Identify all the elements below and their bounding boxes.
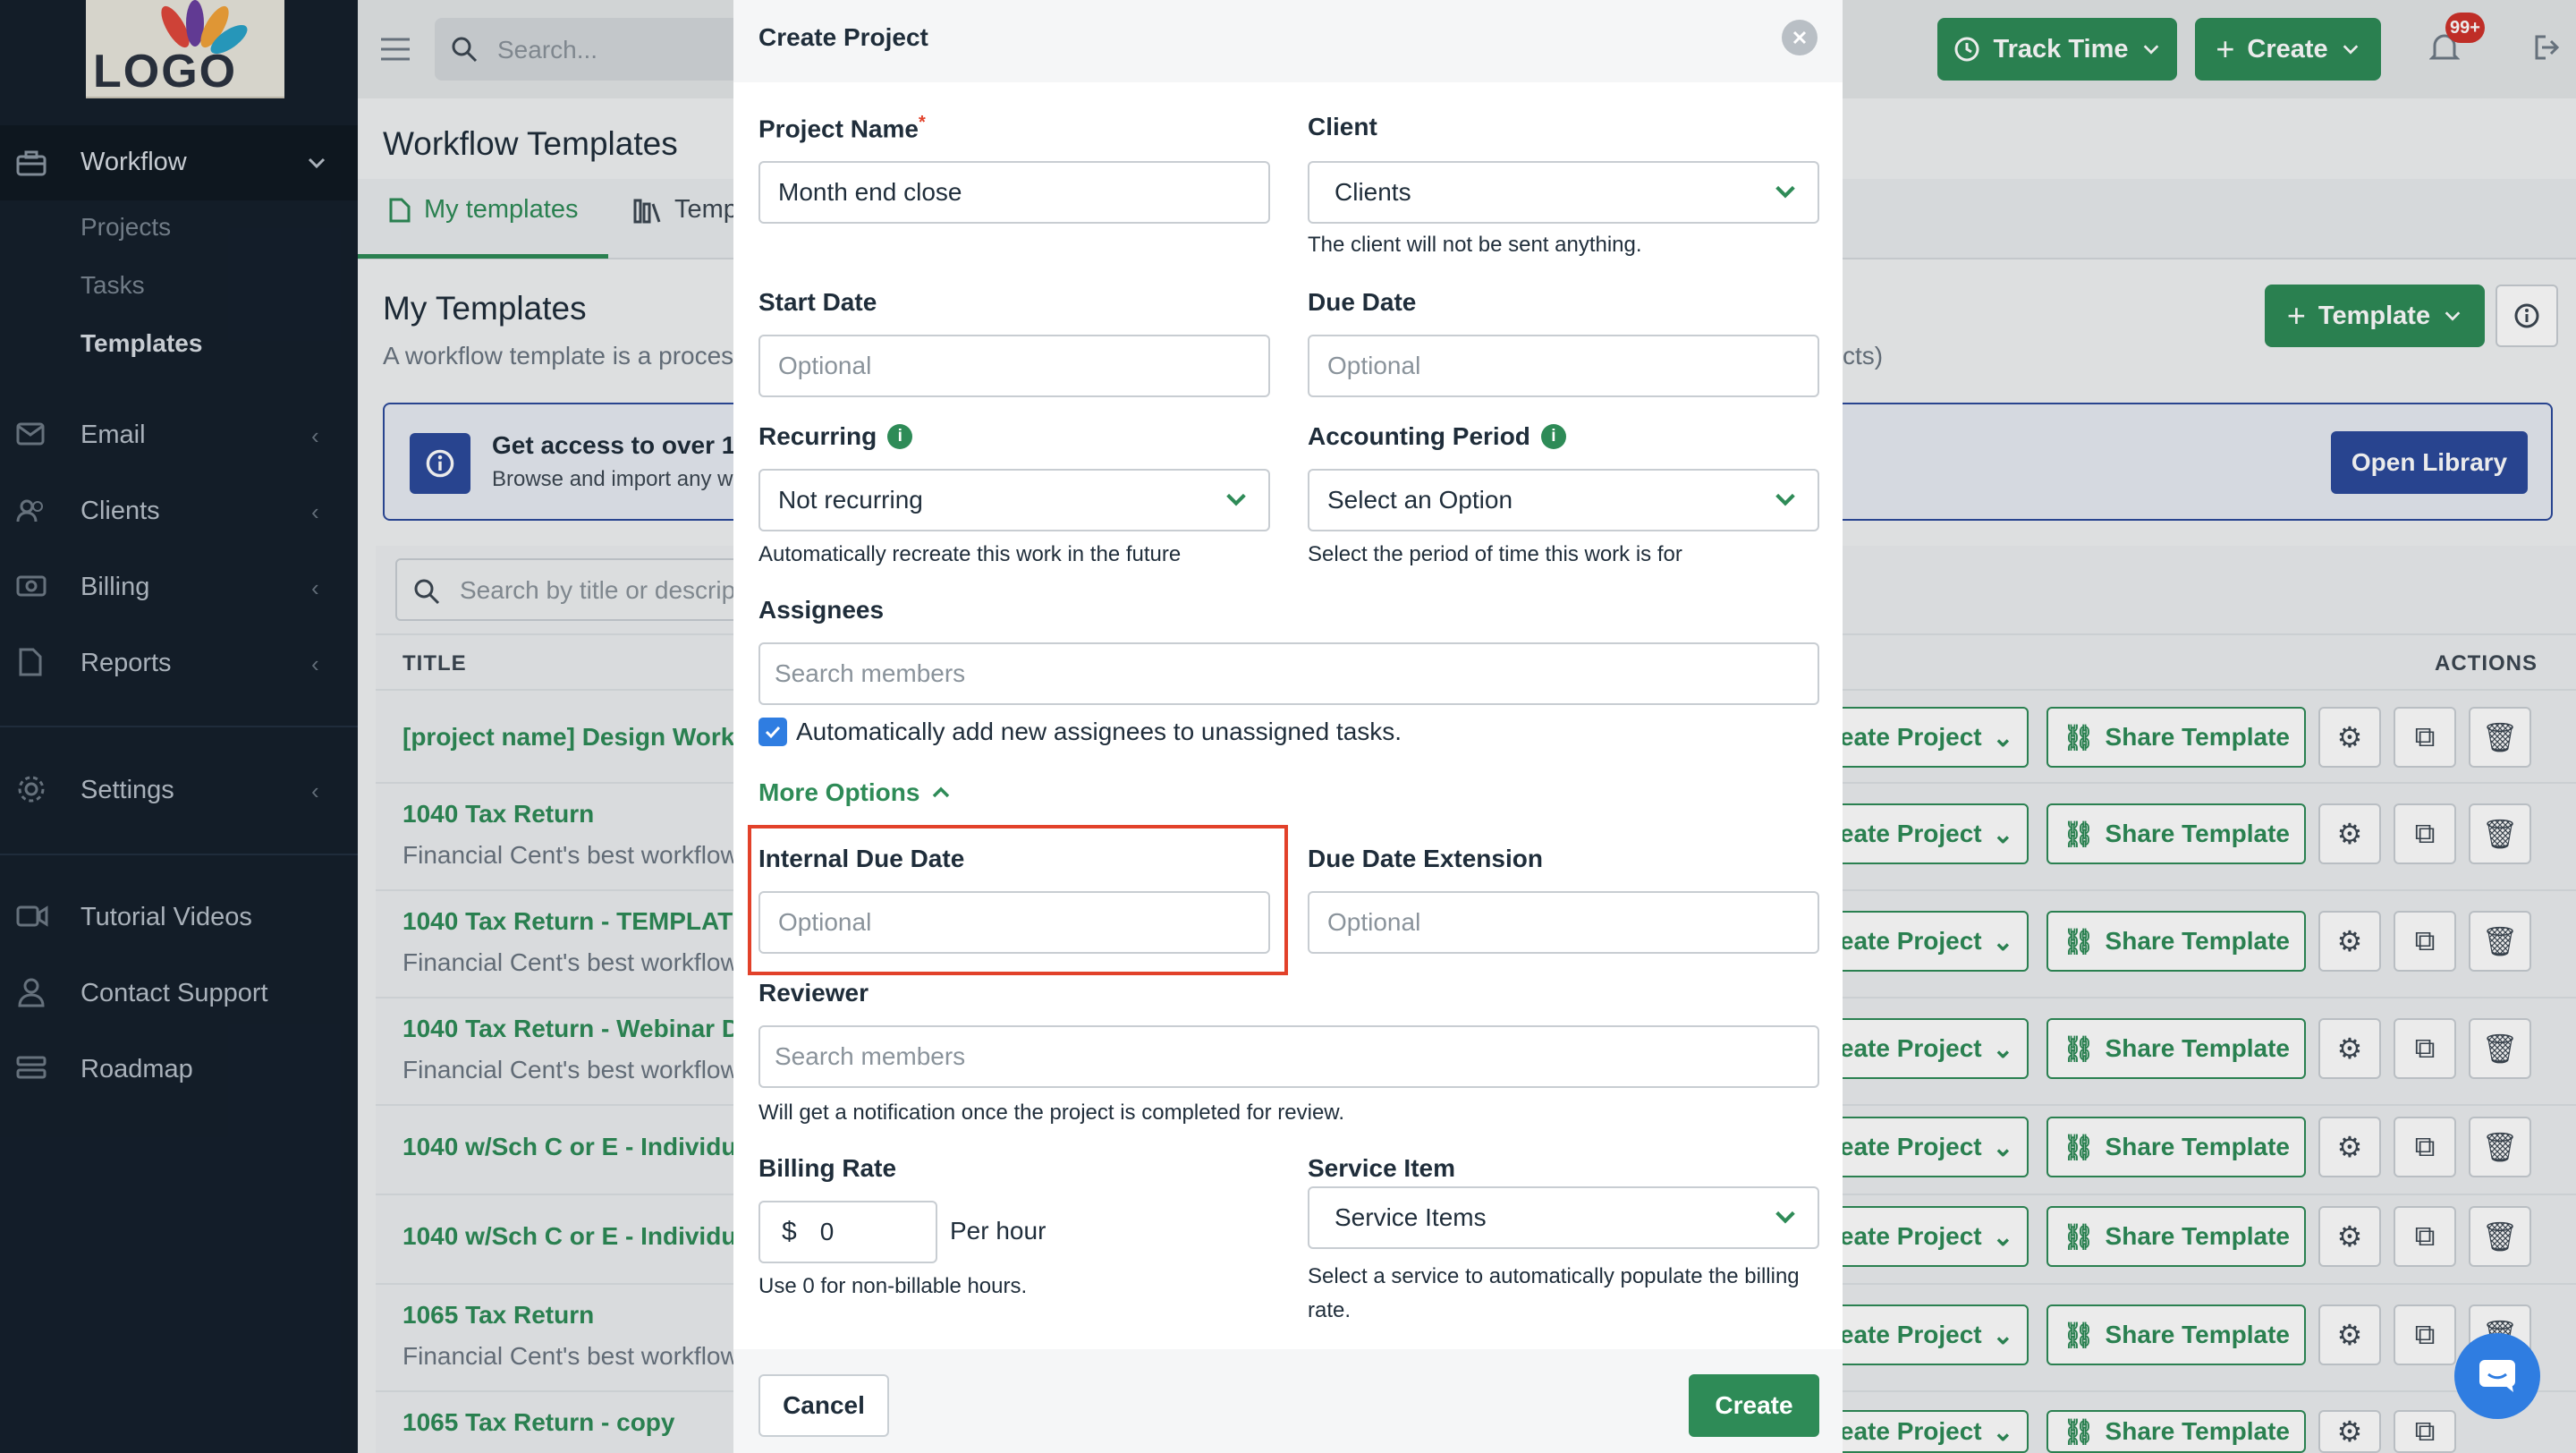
due-date-extension-input[interactable]: Optional	[1308, 891, 1819, 954]
create-project-modal: Create Project Project Name* Month end c…	[733, 0, 1843, 1453]
start-date-input[interactable]: Optional	[758, 335, 1270, 397]
start-date-placeholder: Optional	[778, 352, 872, 379]
chevron-down-icon	[1775, 185, 1795, 199]
project-name-input[interactable]: Month end close	[758, 161, 1270, 224]
billing-help-text: Use 0 for non-billable hours.	[758, 1274, 1028, 1298]
project-name-value: Month end close	[778, 178, 962, 206]
reviewer-help-text: Will get a notification once the project…	[758, 1100, 1344, 1125]
close-button[interactable]	[1782, 20, 1818, 55]
chat-widget-button[interactable]	[2454, 1333, 2540, 1419]
accounting-period-select[interactable]: Select an Option	[1308, 469, 1819, 531]
service-help-text: Select a service to automatically popula…	[1308, 1264, 1800, 1322]
project-name-label: Project Name*	[758, 113, 926, 143]
chevron-down-icon	[1775, 493, 1795, 506]
checkmark-icon	[765, 726, 781, 739]
billing-rate-value: 0	[819, 1218, 835, 1245]
service-item-label: Service Item	[1308, 1154, 1455, 1182]
reviewer-label: Reviewer	[758, 979, 869, 1007]
due-date-extension-label: Due Date Extension	[1308, 845, 1543, 872]
due-date-extension-placeholder: Optional	[1327, 908, 1421, 936]
due-date-placeholder: Optional	[1327, 352, 1421, 379]
assignees-placeholder: Search members	[775, 659, 966, 687]
due-date-input[interactable]: Optional	[1308, 335, 1819, 397]
reviewer-input[interactable]: Search members	[758, 1025, 1819, 1088]
service-item-select[interactable]: Service Items	[1308, 1186, 1819, 1249]
internal-due-date-placeholder: Optional	[778, 908, 872, 936]
recurring-label: Recurring i	[758, 422, 913, 451]
assignees-input[interactable]: Search members	[758, 642, 1819, 705]
cancel-button[interactable]: Cancel	[758, 1374, 889, 1437]
modal-footer: Cancel Create	[733, 1349, 1843, 1453]
client-label: Client	[1308, 113, 1377, 140]
project-name-label-text: Project Name	[758, 115, 919, 143]
recurring-value: Not recurring	[778, 486, 923, 514]
create-button[interactable]: Create	[1689, 1374, 1819, 1437]
start-date-label: Start Date	[758, 288, 877, 316]
per-hour-label: Per hour	[950, 1217, 1046, 1245]
chevron-down-icon	[1775, 1211, 1795, 1224]
reviewer-placeholder: Search members	[775, 1042, 966, 1070]
client-select[interactable]: Clients	[1308, 161, 1819, 224]
more-options-label: More Options	[758, 778, 920, 806]
currency-symbol: $	[782, 1217, 797, 1246]
billing-rate-label: Billing Rate	[758, 1154, 897, 1182]
close-icon	[1792, 30, 1807, 45]
chat-icon	[2479, 1360, 2515, 1392]
modal-title: Create Project	[758, 23, 928, 51]
accounting-period-label-text: Accounting Period	[1308, 422, 1530, 450]
more-options-toggle[interactable]: More Options	[758, 778, 952, 807]
assignees-label: Assignees	[758, 596, 885, 624]
client-value: Clients	[1335, 178, 1411, 206]
internal-due-date-input[interactable]: Optional	[758, 891, 1270, 954]
info-icon[interactable]: i	[887, 424, 913, 449]
accounting-period-value: Select an Option	[1327, 486, 1513, 514]
chevron-up-icon	[933, 786, 950, 798]
accounting-period-label: Accounting Period i	[1308, 422, 1566, 451]
billing-rate-input[interactable]: $ 0	[758, 1201, 937, 1263]
modal-header: Create Project	[733, 0, 1843, 82]
recurring-help-text: Automatically recreate this work in the …	[758, 542, 1182, 566]
chevron-down-icon	[1226, 493, 1246, 506]
required-mark: *	[918, 113, 926, 132]
due-date-label: Due Date	[1308, 288, 1417, 316]
recurring-label-text: Recurring	[758, 422, 877, 450]
auto-add-label[interactable]: Automatically add new assignees to unass…	[796, 718, 1402, 746]
auto-add-checkbox[interactable]	[758, 718, 787, 746]
info-icon[interactable]: i	[1540, 424, 1566, 449]
recurring-select[interactable]: Not recurring	[758, 469, 1270, 531]
internal-due-date-label: Internal Due Date	[758, 845, 965, 872]
accounting-help-text: Select the period of time this work is f…	[1308, 542, 1682, 566]
service-item-value: Service Items	[1335, 1203, 1487, 1231]
client-help-text: The client will not be sent anything.	[1308, 233, 1642, 257]
